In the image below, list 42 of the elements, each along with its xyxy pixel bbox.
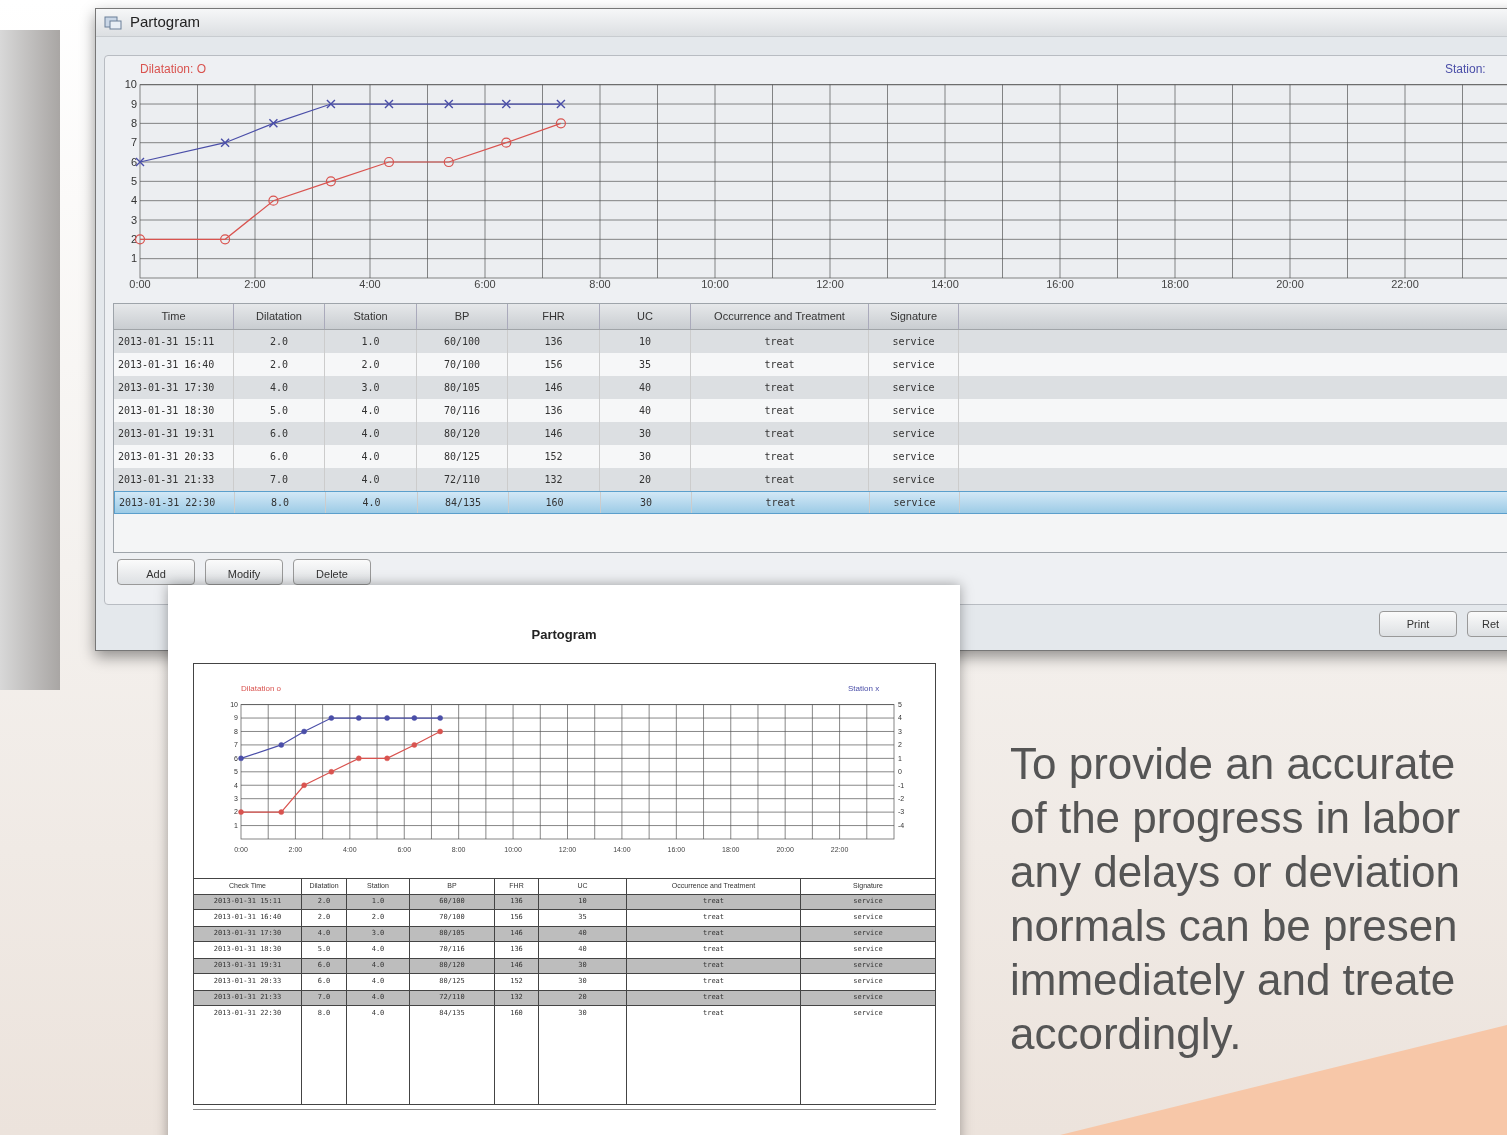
y-axis-label: 5: [130, 175, 137, 187]
x-axis-label: 12:00: [816, 278, 844, 290]
y-axis-label: 2: [130, 233, 137, 245]
table-cell: 160: [509, 492, 601, 513]
tagline-text: any delays or deviation: [1010, 846, 1461, 898]
x-axis-label: 2:00: [244, 278, 266, 290]
tagline-text: of the progress in labor: [1010, 792, 1461, 844]
x-axis-label: 20:00: [1276, 278, 1304, 290]
y-axis-label: 6: [130, 155, 137, 168]
x-axis-label: 14:00: [931, 278, 959, 290]
tagline-text: immediately and treate: [1010, 954, 1457, 1006]
dilatation-legend: Dilatation: O: [140, 62, 207, 76]
print-title: Partogram: [531, 626, 597, 644]
window-title: Partogram: [130, 12, 201, 33]
tagline-text: normals can be presen: [1010, 900, 1459, 952]
y-axis-label: 10: [124, 78, 137, 91]
y-axis-label: 1: [130, 252, 137, 265]
x-axis-label: 10:00: [701, 278, 729, 290]
table-cell: 8.0: [235, 492, 326, 513]
table-cell: 2013-01-31 22:30: [115, 492, 235, 513]
y-axis-label: 7: [130, 136, 137, 149]
station-legend: Station:: [1445, 62, 1486, 76]
table-cell: 30: [601, 492, 692, 513]
y-axis-label: 9: [130, 97, 137, 110]
x-axis-label: 16:00: [1046, 278, 1074, 290]
tagline-text: accordingly.: [1010, 1008, 1243, 1060]
x-axis-label: 18:00: [1161, 278, 1189, 290]
x-axis-label: 22:00: [1391, 278, 1419, 290]
y-axis-label: 8: [130, 117, 137, 130]
table-cell: 84/135: [418, 492, 509, 513]
x-axis-label: 8:00: [589, 278, 611, 290]
table-cell: treat: [692, 492, 870, 513]
y-axis-label: 3: [130, 213, 137, 226]
x-axis-label: 0:00: [129, 278, 151, 290]
x-axis-label: 4:00: [359, 278, 381, 290]
x-axis-label: 6:00: [474, 278, 496, 290]
table-cell: service: [870, 492, 960, 513]
dilatation-legend: Dilatation o: [241, 683, 282, 693]
station-legend: Station x: [848, 683, 880, 693]
table-cell: 4.0: [326, 492, 418, 513]
tagline-text: To provide an accurate: [1010, 738, 1457, 790]
y-axis-label: 4: [130, 194, 137, 207]
